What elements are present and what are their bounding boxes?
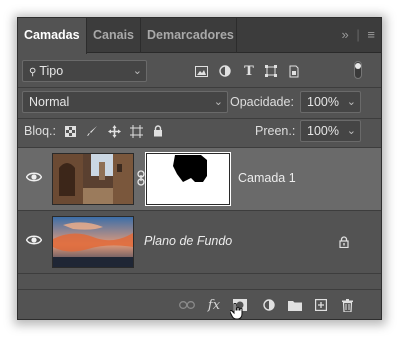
fill-value: 100% xyxy=(307,124,339,138)
blend-mode-select[interactable]: Normal ⌄ xyxy=(22,91,228,113)
layer-row-plano-de-fundo[interactable]: Plano de Fundo xyxy=(18,211,381,273)
delete-layer-trash-icon[interactable] xyxy=(338,296,356,314)
blend-mode-value: Normal xyxy=(29,95,70,109)
layers-panel: Camadas Canais Demarcadores » | ≡ ⚲ Tipo … xyxy=(17,17,382,320)
new-adjustment-layer-icon[interactable] xyxy=(260,296,278,314)
smart-object-filter-icon[interactable] xyxy=(284,61,304,81)
layer-mask-thumbnail[interactable] xyxy=(145,152,231,206)
divider xyxy=(18,118,381,119)
lock-all-icon[interactable] xyxy=(148,121,168,141)
visibility-eye-icon[interactable] xyxy=(26,171,42,183)
visibility-eye-icon[interactable] xyxy=(26,234,42,246)
opacity-value: 100% xyxy=(307,95,339,109)
panel-footer: fx xyxy=(18,289,381,319)
layer-name[interactable]: Plano de Fundo xyxy=(144,234,232,248)
lock-image-pixels-icon[interactable] xyxy=(82,121,102,141)
filter-row: ⚲ Tipo ⌄ T xyxy=(18,59,381,83)
layer-row-camada-1[interactable]: Camada 1 xyxy=(18,148,381,210)
tab-canais[interactable]: Canais xyxy=(87,18,141,53)
mouse-pointer-icon xyxy=(229,302,244,319)
lock-row: Bloq.: Preen.: 100% ⌄ xyxy=(18,120,381,144)
panel-menu: » | ≡ xyxy=(341,27,375,42)
tab-camadas[interactable]: Camadas xyxy=(18,18,87,54)
layer-style-fx-button[interactable]: fx xyxy=(205,296,223,314)
divider xyxy=(18,87,381,88)
lock-position-icon[interactable] xyxy=(104,121,124,141)
lock-label: Bloq.: xyxy=(24,124,56,138)
chevron-down-icon: ⌄ xyxy=(346,125,356,137)
chevron-down-icon: ⌄ xyxy=(346,96,356,108)
chevron-down-icon: ⌄ xyxy=(213,96,223,108)
chevron-down-icon: ⌄ xyxy=(132,65,142,77)
filter-kind-select[interactable]: ⚲ Tipo ⌄ xyxy=(22,60,147,82)
tab-demarcadores[interactable]: Demarcadores xyxy=(141,18,237,53)
collapse-panel-icon[interactable]: » xyxy=(342,27,349,42)
blend-row: Normal ⌄ Opacidade: 100% ⌄ xyxy=(18,91,381,115)
filter-toggle-icon[interactable] xyxy=(348,60,368,80)
panel-tab-bar: Camadas Canais Demarcadores » | ≡ xyxy=(18,18,381,54)
layer-thumbnail xyxy=(52,153,134,205)
pixel-layer-filter-icon[interactable] xyxy=(191,61,211,81)
fill-label: Preen.: xyxy=(255,124,296,138)
new-group-folder-icon[interactable] xyxy=(286,296,304,314)
link-layers-icon[interactable] xyxy=(178,296,196,314)
layer-thumbnail xyxy=(52,216,134,268)
new-layer-icon[interactable] xyxy=(312,296,330,314)
layer-name[interactable]: Camada 1 xyxy=(238,171,296,185)
opacity-input[interactable]: 100% ⌄ xyxy=(300,91,361,113)
lock-artboard-icon[interactable] xyxy=(126,121,146,141)
type-layer-filter-icon[interactable]: T xyxy=(239,61,259,81)
divider xyxy=(18,273,381,274)
adjustment-layer-filter-icon[interactable] xyxy=(215,61,235,81)
filter-kind-label: Tipo xyxy=(39,64,64,78)
fill-input[interactable]: 100% ⌄ xyxy=(300,120,361,142)
shape-layer-filter-icon[interactable] xyxy=(261,61,281,81)
lock-transparent-pixels-icon[interactable] xyxy=(60,121,80,141)
panel-menu-icon[interactable]: ≡ xyxy=(367,27,375,42)
lock-icon xyxy=(339,236,349,251)
search-icon: ⚲ xyxy=(29,67,37,78)
opacity-label: Opacidade: xyxy=(230,95,294,109)
